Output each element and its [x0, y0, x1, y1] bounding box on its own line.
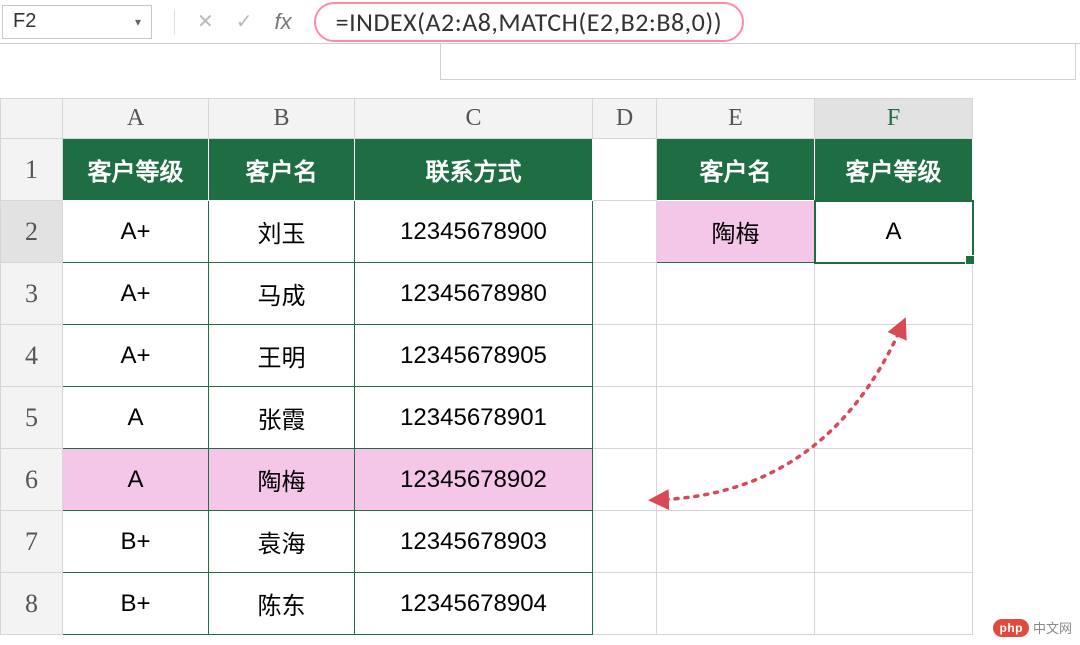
table-row: 2 A+ 刘玉 12345678900 陶梅 A — [1, 201, 973, 263]
col-header-F[interactable]: F — [815, 99, 973, 139]
cell-E8[interactable] — [657, 573, 815, 635]
col-header-A[interactable]: A — [63, 99, 209, 139]
table-row: 6 A 陶梅 12345678902 — [1, 449, 973, 511]
spreadsheet-grid: A B C D E F 1 客户等级 客户名 联系方式 客户名 客户等级 2 A… — [0, 98, 1080, 635]
cell-F2[interactable]: A — [815, 201, 973, 263]
cell-C8[interactable]: 12345678904 — [355, 573, 593, 635]
cell-B5[interactable]: 张霞 — [209, 387, 355, 449]
table-row: 8 B+ 陈东 12345678904 — [1, 573, 973, 635]
row-header-5[interactable]: 5 — [1, 387, 63, 449]
name-box-dropdown-icon[interactable]: ▾ — [135, 15, 141, 29]
formula-expand-area[interactable] — [440, 44, 1076, 80]
cell-C7[interactable]: 12345678903 — [355, 511, 593, 573]
fx-icon[interactable]: fx — [275, 9, 292, 35]
cell-E2[interactable]: 陶梅 — [657, 201, 815, 263]
cell-D4[interactable] — [593, 325, 657, 387]
cell-F4[interactable] — [815, 325, 973, 387]
cell-C5[interactable]: 12345678901 — [355, 387, 593, 449]
row-header-6[interactable]: 6 — [1, 449, 63, 511]
select-all-corner[interactable] — [1, 99, 63, 139]
cell-B6[interactable]: 陶梅 — [209, 449, 355, 511]
row-header-2[interactable]: 2 — [1, 201, 63, 263]
header-cell-left-name[interactable]: 客户名 — [209, 139, 355, 201]
row-header-4[interactable]: 4 — [1, 325, 63, 387]
cell-B3[interactable]: 马成 — [209, 263, 355, 325]
formula-input[interactable]: =INDEX(A2:A8,MATCH(E2,B2:B8,0)) — [314, 2, 744, 42]
cell-E6[interactable] — [657, 449, 815, 511]
cell-D7[interactable] — [593, 511, 657, 573]
cell-D6[interactable] — [593, 449, 657, 511]
cell-D5[interactable] — [593, 387, 657, 449]
col-header-B[interactable]: B — [209, 99, 355, 139]
cell-F8[interactable] — [815, 573, 973, 635]
row-header-3[interactable]: 3 — [1, 263, 63, 325]
cell-E4[interactable] — [657, 325, 815, 387]
cell-A2[interactable]: A+ — [63, 201, 209, 263]
cell-F5[interactable] — [815, 387, 973, 449]
table-row: 3 A+ 马成 12345678980 — [1, 263, 973, 325]
watermark: php 中文网 — [993, 618, 1072, 637]
cell-D3[interactable] — [593, 263, 657, 325]
table-row: 5 A 张霞 12345678901 — [1, 387, 973, 449]
cell-E5[interactable] — [657, 387, 815, 449]
header-cell-right-level[interactable]: 客户等级 — [815, 139, 973, 201]
formula-input-wrap: =INDEX(A2:A8,MATCH(E2,B2:B8,0)) — [314, 2, 1078, 42]
row-header-1[interactable]: 1 — [1, 139, 63, 201]
name-box-value: F2 — [13, 10, 36, 33]
cell-D8[interactable] — [593, 573, 657, 635]
cell-B7[interactable]: 袁海 — [209, 511, 355, 573]
cell-A8[interactable]: B+ — [63, 573, 209, 635]
cancel-icon[interactable]: ✕ — [197, 9, 214, 34]
sheet-table: A B C D E F 1 客户等级 客户名 联系方式 客户名 客户等级 2 A… — [0, 98, 973, 635]
col-header-E[interactable]: E — [657, 99, 815, 139]
name-box[interactable]: F2 ▾ — [2, 5, 152, 39]
table-row: 7 B+ 袁海 12345678903 — [1, 511, 973, 573]
cell-B2[interactable]: 刘玉 — [209, 201, 355, 263]
formula-bar-row: F2 ▾ ✕ ✓ fx =INDEX(A2:A8,MATCH(E2,B2:B8,… — [0, 0, 1080, 44]
header-cell-left-phone[interactable]: 联系方式 — [355, 139, 593, 201]
enter-icon[interactable]: ✓ — [236, 9, 253, 34]
cell-E3[interactable] — [657, 263, 815, 325]
formula-icons: ✕ ✓ fx — [160, 9, 306, 35]
cell-A7[interactable]: B+ — [63, 511, 209, 573]
header-cell-right-name[interactable]: 客户名 — [657, 139, 815, 201]
cell-C2[interactable]: 12345678900 — [355, 201, 593, 263]
cell-B8[interactable]: 陈东 — [209, 573, 355, 635]
vertical-separator-icon — [174, 10, 175, 34]
table-row: 1 客户等级 客户名 联系方式 客户名 客户等级 — [1, 139, 973, 201]
header-cell-left-level[interactable]: 客户等级 — [63, 139, 209, 201]
col-header-C[interactable]: C — [355, 99, 593, 139]
row-header-8[interactable]: 8 — [1, 573, 63, 635]
cell-A5[interactable]: A — [63, 387, 209, 449]
cell-A6[interactable]: A — [63, 449, 209, 511]
col-header-D[interactable]: D — [593, 99, 657, 139]
cell-E7[interactable] — [657, 511, 815, 573]
cell-F7[interactable] — [815, 511, 973, 573]
cell-B4[interactable]: 王明 — [209, 325, 355, 387]
cell-A4[interactable]: A+ — [63, 325, 209, 387]
watermark-text: 中文网 — [1033, 618, 1072, 637]
cell-C6[interactable]: 12345678902 — [355, 449, 593, 511]
cell-F6[interactable] — [815, 449, 973, 511]
cell-D2[interactable] — [593, 201, 657, 263]
cell-A3[interactable]: A+ — [63, 263, 209, 325]
table-row: 4 A+ 王明 12345678905 — [1, 325, 973, 387]
cell-C4[interactable]: 12345678905 — [355, 325, 593, 387]
cell-F3[interactable] — [815, 263, 973, 325]
col-header-row: A B C D E F — [1, 99, 973, 139]
watermark-badge: php — [993, 619, 1029, 637]
cell-D1[interactable] — [593, 139, 657, 201]
cell-C3[interactable]: 12345678980 — [355, 263, 593, 325]
row-header-7[interactable]: 7 — [1, 511, 63, 573]
